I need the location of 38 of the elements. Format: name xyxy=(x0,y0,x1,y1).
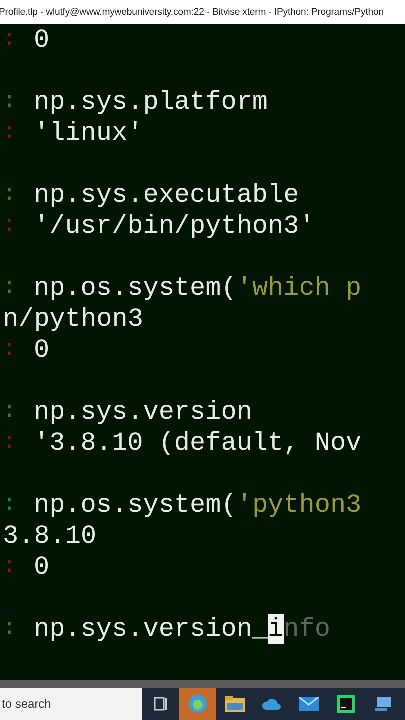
string-literal: 'python3 xyxy=(236,490,362,520)
search-field[interactable]: to search xyxy=(0,688,142,720)
prompt-marker: : xyxy=(3,275,18,300)
command-text: np.sys.version xyxy=(34,396,252,426)
output-text: 0 xyxy=(34,24,50,54)
prompt-marker: : xyxy=(3,89,18,114)
command-text: np.sys.platform xyxy=(34,86,268,116)
prompt-marker: : xyxy=(3,492,18,517)
prompt-marker: : xyxy=(3,337,18,362)
string-literal: 'which p xyxy=(236,272,362,302)
mail-icon[interactable] xyxy=(298,697,318,711)
output-text: '3.8.10 (default, Nov xyxy=(34,428,362,458)
command-text: np.sys.executable xyxy=(34,180,300,210)
computer-icon[interactable] xyxy=(374,696,390,712)
output-text: 0 xyxy=(34,334,50,364)
prompt-marker: : xyxy=(3,120,18,145)
text-cursor: i xyxy=(268,614,284,644)
command-text: np.os.system( xyxy=(34,490,237,520)
folder-icon[interactable] xyxy=(224,696,244,712)
output-text: 0 xyxy=(34,552,50,582)
prompt-marker: : xyxy=(3,213,18,238)
autocomplete-hint: nfo xyxy=(284,614,330,644)
prompt-marker: : xyxy=(3,554,18,579)
command-text: np.sys.version_ xyxy=(34,614,268,644)
prompt-marker: : xyxy=(3,430,18,455)
prompt-marker: : xyxy=(3,399,18,424)
output-text: '/usr/bin/python3' xyxy=(34,210,315,240)
output-text: 3.8.10 xyxy=(3,520,97,550)
prompt-marker: : xyxy=(3,616,18,641)
window-title: Profile.tlp - wlutfy@www.mywebuniversity.com:22 - Bitvise xterm - IPython: Programs/Python xyxy=(0,6,384,18)
output-text: 'linux' xyxy=(34,118,144,148)
task-view-icon[interactable] xyxy=(154,697,168,711)
cloud-icon[interactable] xyxy=(262,697,282,711)
command-text: np.os.system( xyxy=(34,272,237,302)
ide-icon[interactable] xyxy=(336,695,354,713)
prompt-marker: : xyxy=(3,27,18,52)
prompt-marker: : xyxy=(3,182,18,207)
output-text: n/python3 xyxy=(3,304,144,334)
